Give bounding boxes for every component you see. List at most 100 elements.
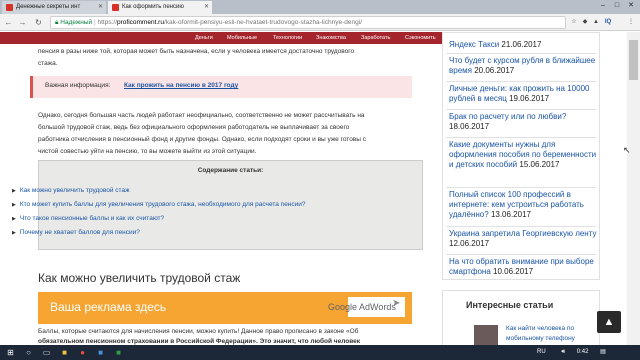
nav-item-money[interactable]: Деньги: [195, 32, 213, 44]
windows-start-icon[interactable]: ⊞: [4, 347, 17, 358]
bullet-arrow-icon: ▶: [12, 230, 16, 236]
ad-text: Ваша реклама здесь: [50, 300, 167, 314]
system-tray[interactable]: RU 🔊︎ 0:42 ▤: [537, 345, 606, 360]
extension-icon[interactable]: ◆: [580, 17, 590, 28]
sidebar-post[interactable]: Яндекс Такси 21.06.2017: [449, 40, 597, 50]
lock-icon: 🔒︎: [55, 19, 59, 26]
divider: [446, 81, 596, 82]
site-favicon-icon: [6, 4, 13, 11]
article-paragraph: стажа.: [38, 60, 58, 67]
sidebar-post-title[interactable]: Украина запретила Георгиевскую ленту: [449, 229, 596, 238]
scrollbar-thumb[interactable]: [629, 40, 638, 80]
nav-item-mobile[interactable]: Мобильные: [227, 32, 257, 44]
clock[interactable]: 0:42: [577, 349, 589, 355]
back-arrow-icon[interactable]: ←: [3, 17, 14, 28]
sidebar-post[interactable]: На что обратить внимание при выборе смар…: [449, 257, 597, 277]
secure-label: Надежный: [60, 19, 93, 26]
address-bar[interactable]: 🔒︎ Надежный | https://proficomment.ru/ka…: [50, 16, 566, 29]
file-explorer-icon[interactable]: ■: [58, 347, 71, 358]
info-callout: Важная информация: Как прожить на пенсию…: [30, 76, 412, 98]
bullet-arrow-icon: ▶: [12, 188, 16, 194]
task-view-icon[interactable]: ▭: [40, 347, 53, 358]
article-paragraph: чистой совестью уйти на пенсию, то вы мо…: [38, 148, 257, 155]
divider: [446, 53, 596, 54]
bullet-arrow-icon: ▶: [12, 216, 16, 222]
article-paragraph: Баллы, которые считаются для начисления …: [38, 328, 359, 335]
reload-icon[interactable]: ↻: [33, 17, 44, 28]
minimize-window-icon[interactable]: –: [596, 0, 610, 12]
sidebar-post-date: 21.06.2017: [501, 40, 542, 49]
toc-link[interactable]: ▶ Кто может купить баллы для увеличения т…: [12, 201, 306, 208]
sidebar-post-date: 13.06.2017: [490, 210, 531, 219]
sidebar-post-date: 15.06.2017: [519, 160, 560, 169]
app-icon[interactable]: ■: [94, 347, 107, 358]
sidebar-post[interactable]: Брак по расчету или по любви? 18.06.2017: [449, 112, 597, 132]
forward-arrow-icon[interactable]: →: [17, 17, 28, 28]
toc-title: Содержание статьи:: [197, 167, 264, 174]
sidebar-post[interactable]: Украина запретила Георгиевскую ленту 12.…: [449, 229, 597, 249]
browser-tab-active[interactable]: Как оформить пенсию ✕: [108, 1, 212, 14]
tab-title: Как оформить пенсию: [122, 4, 184, 10]
url-scheme: https://: [97, 19, 117, 26]
divider: [446, 254, 596, 255]
sidebar-post[interactable]: Полный список 100 профессий в интернете:…: [449, 190, 597, 220]
volume-icon[interactable]: 🔊︎: [561, 349, 565, 355]
close-tab-icon[interactable]: ✕: [98, 1, 103, 14]
article-paragraph: Однако, сегодня большая часть людей рабо…: [38, 112, 365, 119]
language-indicator[interactable]: RU: [537, 349, 546, 355]
bullet-arrow-icon: ▶: [12, 202, 16, 208]
callout-link[interactable]: Как прожить на пенсию в 2017 году: [124, 82, 238, 89]
toc-link[interactable]: ▶ Что такое пенсионные баллы и как их счи…: [12, 215, 164, 222]
browser-toolbar: ← → ↻ 🔒︎ Надежный | https://proficomment…: [0, 14, 640, 31]
browser-tab-inactive[interactable]: Денежные секреты инт ✕: [2, 1, 106, 14]
callout-label: Важная информация:: [45, 82, 111, 89]
site-favicon-icon: [112, 4, 119, 11]
url-path: /kak-oformit-pensiyu-esli-ne-hvataet-tru…: [163, 19, 362, 26]
article-paragraph: пенсия в разы ниже той, которая может бы…: [38, 48, 355, 55]
ad-banner[interactable]: Ваша реклама здесь Google AdWords ➤: [38, 292, 412, 324]
divider: [446, 109, 596, 110]
sidebar-post-date: 20.06.2017: [474, 66, 515, 75]
ad-brand: Google AdWords: [328, 302, 396, 312]
nav-item-tech[interactable]: Технологии: [273, 32, 302, 44]
sidebar-post-date: 12.06.2017: [449, 239, 490, 248]
divider: [446, 187, 596, 188]
menu-dots-icon[interactable]: ⋮: [626, 17, 636, 28]
sidebar-post-title[interactable]: Брак по расчету или по любви?: [449, 112, 566, 121]
sidebar-post-date: 10.06.2017: [493, 267, 534, 276]
divider: [446, 137, 596, 138]
sidebar-post[interactable]: Что будет с курсом рубля в ближайшее вре…: [449, 56, 597, 76]
toc-link[interactable]: ▶ Почему не хватает баллов для пенсии?: [12, 229, 140, 236]
app-icon[interactable]: ■: [112, 347, 125, 358]
extension-iq-icon[interactable]: IQ: [602, 17, 614, 28]
url-domain: proficomment.ru: [117, 19, 164, 26]
sidebar-post-title[interactable]: Яндекс Такси: [449, 40, 499, 49]
toc-link[interactable]: ▶ Как можно увеличить трудовой стаж: [12, 187, 129, 194]
article-paragraph: работника отчисления в пенсионный фонд и…: [38, 136, 366, 143]
sidebar-post-date: 18.06.2017: [449, 122, 490, 131]
extension-icon[interactable]: ▲: [591, 17, 601, 28]
nav-item-earn[interactable]: Заработать: [361, 32, 390, 44]
chrome-icon[interactable]: ●: [76, 347, 89, 358]
bookmark-star-icon[interactable]: ☆: [569, 17, 579, 28]
widget-title: Интересные статьи: [466, 300, 554, 310]
widget-article-link[interactable]: Как найти человека по мобильному телефон…: [506, 324, 598, 344]
sidebar-post-title[interactable]: Что будет с курсом рубля в ближайшее вре…: [449, 56, 595, 75]
notifications-icon[interactable]: ▤: [600, 349, 606, 355]
search-icon[interactable]: ○: [22, 347, 35, 358]
nav-item-dating[interactable]: Знакомства: [316, 32, 346, 44]
sidebar-post-date: 19.06.2017: [509, 94, 550, 103]
site-nav: Деньги Мобильные Технологии Знакомства З…: [0, 32, 445, 44]
nav-item-save[interactable]: Сэкономить: [405, 32, 436, 44]
sidebar-post[interactable]: Какие документы нужны для оформления пос…: [449, 140, 597, 170]
article-paragraph: большой трудовой стаж, ведь без официаль…: [38, 124, 350, 131]
ad-arrow-icon: ➤: [392, 298, 401, 309]
tab-title: Денежные секреты инт: [16, 4, 81, 10]
close-window-icon[interactable]: ✕: [624, 0, 638, 12]
maximize-window-icon[interactable]: □: [610, 0, 624, 12]
article-thumbnail[interactable]: [474, 325, 498, 347]
close-tab-icon[interactable]: ✕: [204, 1, 209, 14]
section-heading: Как можно увеличить трудовой стаж: [38, 271, 241, 285]
sidebar-post[interactable]: Личные деньги: как прожить на 10000 рубл…: [449, 84, 597, 104]
scroll-to-top-button[interactable]: ▲: [597, 311, 621, 333]
